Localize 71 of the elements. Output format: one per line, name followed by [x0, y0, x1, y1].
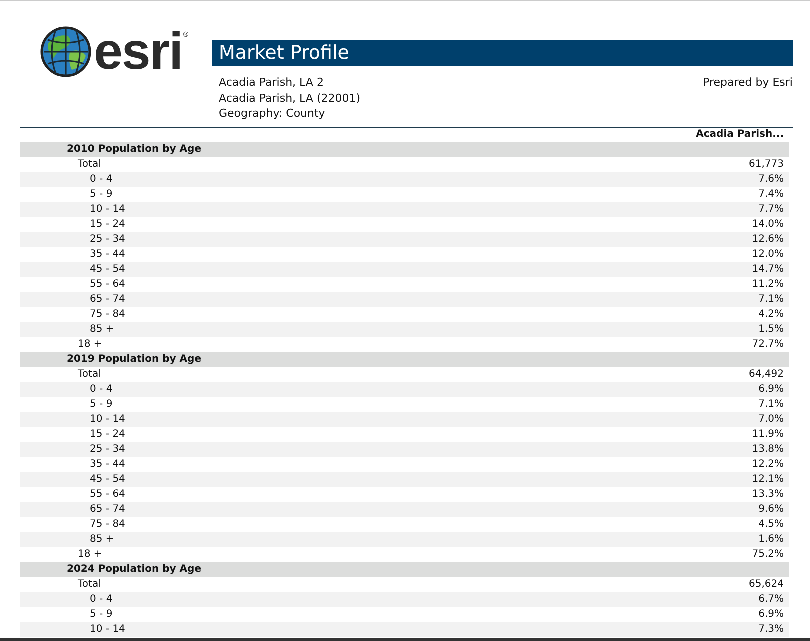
row-value: 65,624	[749, 578, 784, 592]
location-text: Geography: County	[219, 106, 326, 122]
row-label: 45 - 54	[89, 262, 126, 276]
row-label: 10 - 14	[89, 412, 126, 426]
row-label: 65 - 74	[89, 292, 126, 306]
row-label: 5 - 9	[89, 398, 113, 412]
row-value: 12.2%	[752, 458, 784, 472]
row-value: 7.0%	[758, 412, 784, 426]
row-label: Total	[77, 578, 102, 592]
row-label: 25 - 34	[89, 232, 126, 246]
row-value: 7.3%	[758, 622, 784, 636]
row-label: 10 - 14	[89, 622, 126, 636]
row-value: 72.7%	[752, 338, 784, 352]
row-label: 5 - 9	[89, 608, 113, 622]
row-value: 1.5%	[758, 322, 784, 336]
row-value: 7.1%	[758, 398, 784, 412]
location-text: Acadia Parish, LA 2	[219, 75, 325, 90]
row-value: 64,492	[749, 368, 784, 382]
row-label: 15 - 24	[89, 218, 126, 232]
row-label: 0 - 4	[89, 382, 113, 396]
row-label: 25 - 34	[89, 442, 126, 456]
row-label: 0 - 4	[89, 592, 113, 606]
row-value: 12.1%	[752, 472, 784, 486]
row-label: 75 - 84	[89, 518, 126, 532]
section-header: 2010 Population by Age	[20, 142, 789, 156]
row-label: 45 - 54	[89, 472, 126, 486]
row-value: 75.2%	[752, 548, 784, 562]
row-label: 10 - 14	[89, 202, 126, 216]
row-value: 61,773	[749, 158, 784, 172]
row-value: 14.0%	[752, 218, 784, 232]
row-label: 85 +	[89, 322, 114, 336]
row-label: 55 - 64	[89, 278, 126, 292]
row-label: 35 - 44	[89, 248, 126, 262]
row-label: 75 - 84	[89, 308, 126, 322]
row-value: 6.9%	[758, 382, 784, 396]
row-value: 12.0%	[752, 248, 784, 262]
row-value: 13.8%	[752, 442, 784, 456]
row-value: 13.3%	[752, 488, 784, 502]
row-label: 0 - 4	[89, 172, 113, 186]
row-value: 7.4%	[758, 188, 784, 202]
row-value: 6.9%	[758, 608, 784, 622]
row-value: 14.7%	[752, 262, 784, 276]
row-label: Total	[77, 158, 102, 172]
row-label: 5 - 9	[89, 188, 113, 202]
prepared-by-text: Prepared by Esri	[703, 75, 793, 91]
row-label: Total	[77, 368, 102, 382]
column-header: Acadia Parish...	[696, 129, 784, 140]
row-label: 55 - 64	[89, 488, 126, 502]
row-value: 1.6%	[758, 532, 784, 546]
row-value: 7.7%	[758, 202, 784, 216]
section-header: 2019 Population by Age	[20, 352, 789, 366]
row-label: 18 +	[77, 548, 102, 562]
row-value: 12.6%	[752, 232, 784, 246]
row-label: 65 - 74	[89, 502, 126, 516]
row-label: 15 - 24	[89, 428, 126, 442]
row-value: 11.9%	[752, 428, 784, 442]
row-label: 85 +	[89, 532, 114, 546]
row-value: 4.5%	[758, 518, 784, 532]
row-label: 35 - 44	[89, 458, 126, 472]
row-value: 4.2%	[758, 308, 784, 322]
row-label: 18 +	[77, 338, 102, 352]
section-header: 2024 Population by Age	[20, 562, 789, 576]
title-bar: Market Profile	[212, 40, 793, 66]
row-value: 9.6%	[758, 502, 784, 516]
globe-icon	[40, 26, 92, 78]
location-text: Acadia Parish, LA (22001)	[219, 90, 361, 106]
row-value: 7.1%	[758, 292, 784, 306]
logo-text: esri	[94, 26, 183, 78]
row-value: 7.6%	[758, 172, 784, 186]
row-value: 6.7%	[758, 592, 784, 606]
row-value: 11.2%	[752, 278, 784, 292]
